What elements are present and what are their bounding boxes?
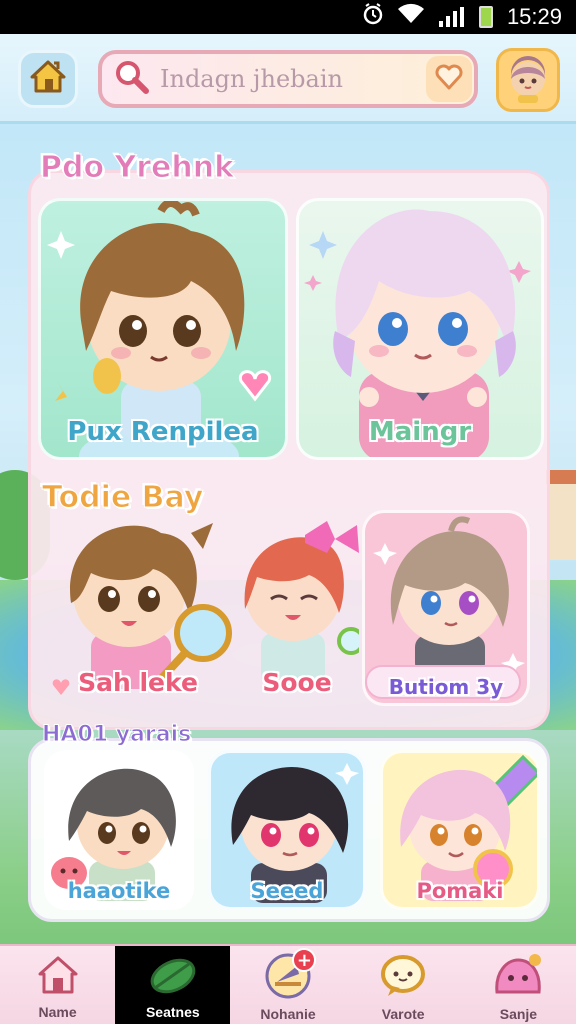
status-time: 15:29 [506, 4, 562, 29]
home-icon [28, 57, 68, 101]
nav-item-varote[interactable]: Varote [346, 946, 461, 1024]
section-title: Pdo Yrehnk [39, 150, 235, 186]
search-input[interactable]: Indagn jhebain [160, 65, 426, 93]
search-bar[interactable]: Indagn jhebain [98, 50, 478, 108]
leaf-icon [143, 952, 203, 1002]
chat-bubble-icon [378, 952, 428, 1004]
section-title: HA01 yarais [41, 722, 192, 748]
character-card[interactable]: Sah leke [38, 510, 238, 706]
slime-icon [491, 952, 545, 1004]
signal-icon [438, 7, 465, 27]
heart-icon [435, 64, 463, 94]
favorite-button[interactable] [426, 56, 472, 102]
profile-button[interactable] [496, 48, 560, 112]
character-name: Pomaki [416, 879, 504, 903]
character-name: Seeed [250, 879, 324, 903]
nav-label: Name [38, 1004, 77, 1020]
nav-item-name[interactable]: Name [0, 946, 115, 1024]
nav-item-nohanie[interactable]: + Nohanie [230, 946, 345, 1024]
nav-label: Sanje [499, 1006, 538, 1022]
app-header: Indagn jhebain [0, 34, 576, 124]
character-name: Pux Renpilea [67, 417, 259, 447]
nav-label: Seatnes [145, 1004, 200, 1020]
character-name: haaotike [67, 879, 171, 903]
character-card[interactable]: Sooe [232, 510, 362, 706]
character-name: Sah leke [78, 668, 198, 697]
character-name: Maingr [368, 417, 472, 447]
bottom-navigation: Name Seatnes + Nohanie Varote Sanje [0, 944, 576, 1024]
status-bar: 15:29 [0, 0, 576, 34]
home-button[interactable] [18, 50, 78, 108]
character-card[interactable]: Pux Renpilea [38, 198, 288, 460]
search-icon [114, 59, 150, 99]
character-card[interactable]: haaotike [44, 750, 194, 910]
house-icon [35, 952, 81, 1002]
character-card[interactable]: Butiom 3y [362, 510, 530, 706]
nav-label: Nohanie [260, 1006, 316, 1022]
character-card[interactable]: Maingr [296, 198, 544, 460]
character-name: Sooe [262, 668, 332, 697]
character-card[interactable]: Pomaki [380, 750, 540, 910]
background-house [546, 470, 576, 560]
wifi-icon [397, 3, 425, 31]
character-card[interactable]: Seeed [208, 750, 366, 910]
battery-icon [478, 6, 493, 28]
alarm-icon [363, 3, 383, 31]
nav-item-sanje[interactable]: Sanje [461, 946, 576, 1024]
character-name: Butiom 3y [388, 675, 504, 699]
nav-item-seatnes[interactable]: Seatnes [115, 946, 231, 1024]
avatar-icon [503, 53, 553, 107]
nav-label: Varote [381, 1006, 425, 1022]
